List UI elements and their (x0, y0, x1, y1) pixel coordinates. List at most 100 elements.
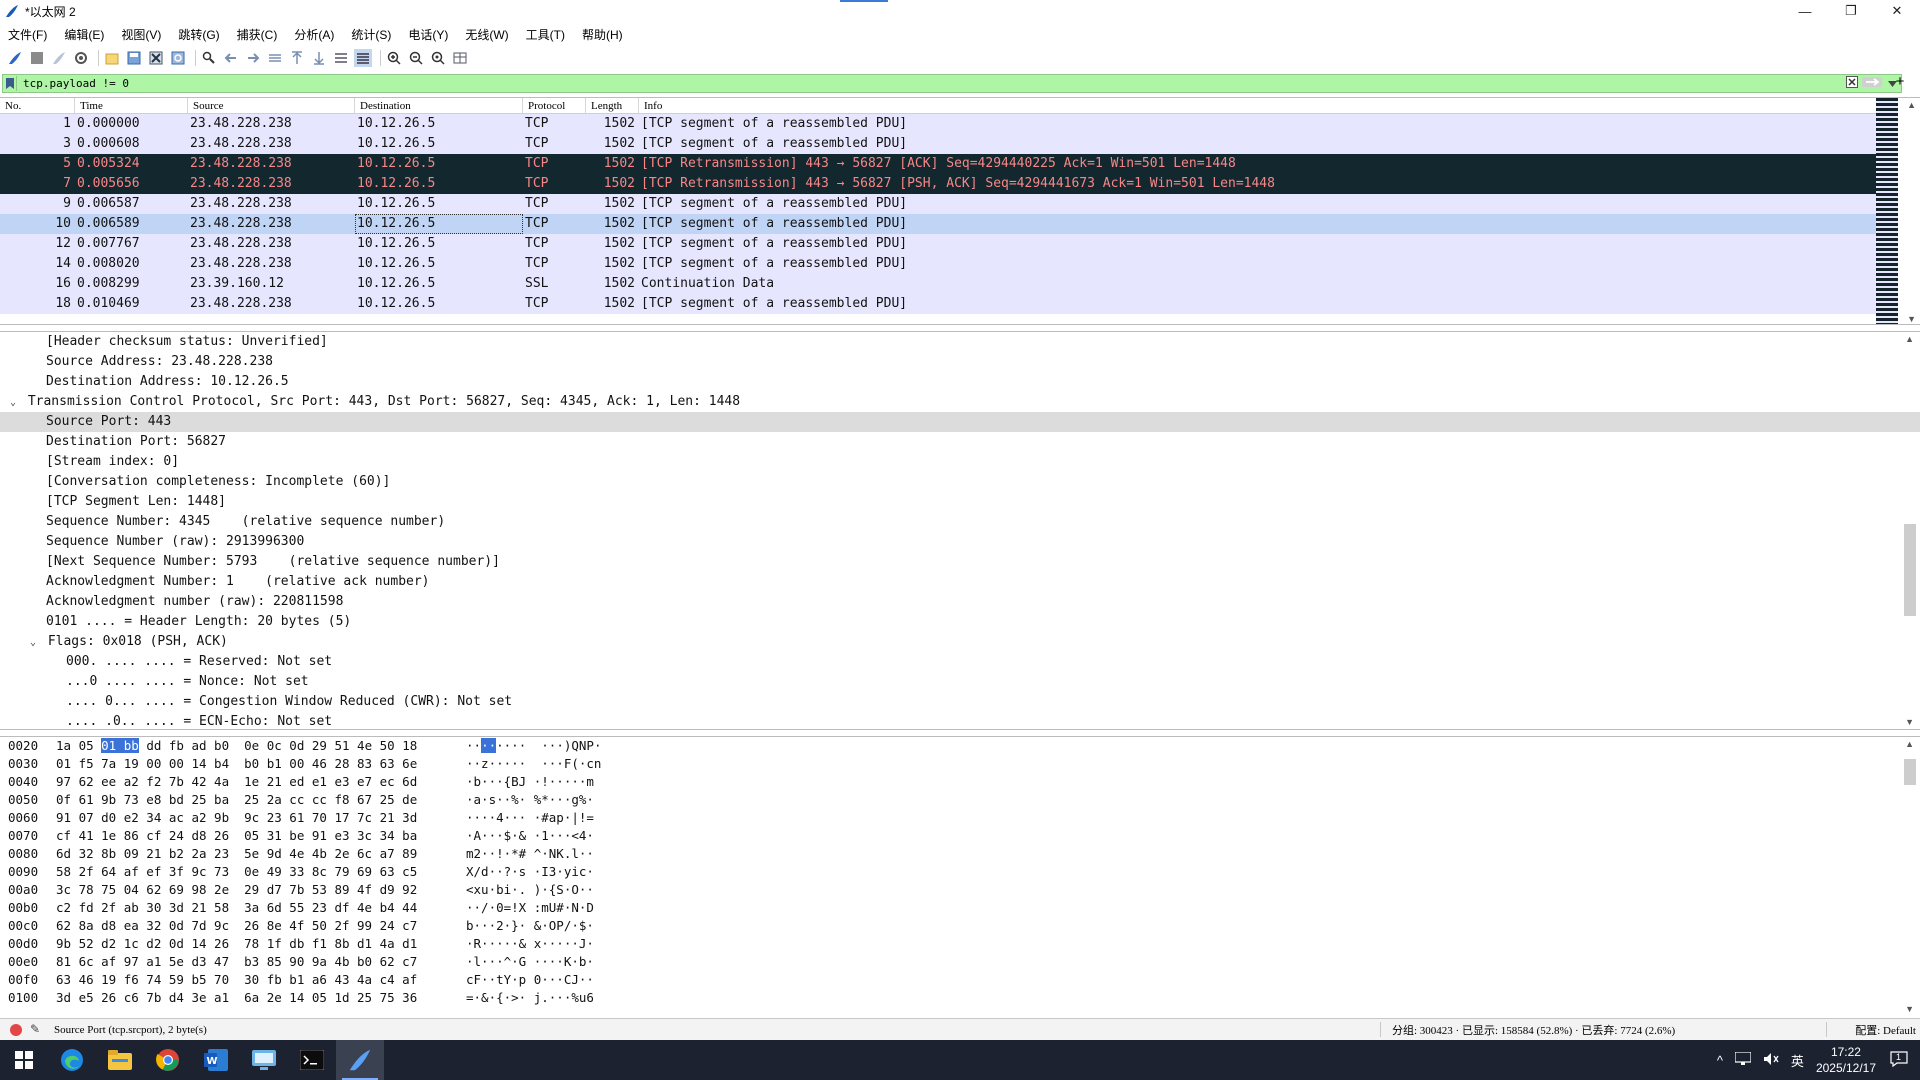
hex-row[interactable]: 00b0 c2 fd 2f ab 30 3d 21 58 3a 6d 55 23 … (0, 899, 1920, 917)
save-file-icon[interactable] (125, 49, 143, 67)
zoom-out-icon[interactable] (407, 49, 425, 67)
scroll-up-icon[interactable]: ▲ (1907, 100, 1916, 110)
hex-row[interactable]: 00e0 81 6c af 97 a1 5e d3 47 b3 85 90 9a … (0, 953, 1920, 971)
detail-tree-item[interactable]: [Header checksum status: Unverified] (0, 332, 1920, 352)
normal-size-icon[interactable] (429, 49, 447, 67)
tray-caret-icon[interactable]: ^ (1717, 1053, 1723, 1068)
hex-row[interactable]: 00f0 63 46 19 f6 74 59 b5 70 30 fb b1 a6 … (0, 971, 1920, 989)
detail-tree-item[interactable]: 000. .... .... = Reserved: Not set (0, 652, 1920, 672)
taskbar-clock[interactable]: 17:22 2025/12/17 (1816, 1044, 1876, 1076)
word-app-icon[interactable]: W (192, 1040, 240, 1080)
packet-row[interactable]: 7 0.005656 23.48.228.238 10.12.26.5 TCP 1502 [… (0, 174, 1920, 194)
restart-capture-icon[interactable] (50, 49, 68, 67)
bytes-scroll-up-icon[interactable]: ▲ (1905, 739, 1914, 749)
packet-row[interactable]: 1 0.000000 23.48.228.238 10.12.26.5 TCP 1502 [… (0, 114, 1920, 134)
go-forward-icon[interactable] (244, 49, 262, 67)
menu-view[interactable]: 视图(V) (121, 26, 161, 43)
packet-bytes[interactable]: 0020 1a 05 01 bb dd fb ad b0 0e 0c 0d 29 … (0, 736, 1920, 1016)
hex-row[interactable]: 0050 0f 61 9b 73 e8 bd 25 ba 25 2a cc cc … (0, 791, 1920, 809)
auto-scroll-icon[interactable] (332, 49, 350, 67)
detail-tree-item[interactable]: Source Address: 23.48.228.238 (0, 352, 1920, 372)
details-scroll-up-icon[interactable]: ▲ (1905, 334, 1914, 344)
packet-details[interactable]: [Header checksum status: Unverified] Sour… (0, 331, 1920, 730)
column-header-info[interactable]: Info (639, 98, 1920, 113)
packet-row[interactable]: 18 0.010469 23.48.228.238 10.12.26.5 TCP 1502… (0, 294, 1920, 314)
hex-row[interactable]: 0090 58 2f 64 af ef 3f 9c 73 0e 49 33 8c … (0, 863, 1920, 881)
packet-row[interactable]: 12 0.007767 23.48.228.238 10.12.26.5 TCP 1502… (0, 234, 1920, 254)
notification-center-icon[interactable]: 1 (1890, 1050, 1908, 1070)
start-capture-icon[interactable] (6, 49, 24, 67)
edge-browser-icon[interactable] (48, 1040, 96, 1080)
packet-list-scrollbar[interactable]: ▲ ▼ (1876, 98, 1920, 324)
detail-tree-item[interactable]: [TCP Segment Len: 1448] (0, 492, 1920, 512)
colorize-icon[interactable] (354, 49, 372, 67)
add-filter-button[interactable]: + (1890, 73, 1910, 90)
detail-tree-item[interactable]: [Stream index: 0] (0, 452, 1920, 472)
hex-row[interactable]: 0040 97 62 ee a2 f2 7b 42 4a 1e 21 ed e1 … (0, 773, 1920, 791)
detail-tree-item[interactable]: ⌄ Flags: 0x018 (PSH, ACK) (0, 632, 1920, 652)
column-header-time[interactable]: Time (75, 98, 188, 113)
detail-tree-item[interactable]: [Conversation completeness: Incomplete (… (0, 472, 1920, 492)
menu-statistics[interactable]: 统计(S) (351, 26, 391, 43)
column-header-destination[interactable]: Destination (355, 98, 523, 113)
details-scroll-down-icon[interactable]: ▼ (1905, 717, 1914, 727)
detail-tree-item[interactable]: Source Port: 443 (0, 412, 1920, 432)
remote-desktop-icon[interactable] (240, 1040, 288, 1080)
close-button[interactable]: ✕ (1874, 0, 1920, 22)
clear-filter-icon[interactable] (1843, 76, 1861, 91)
detail-tree-item[interactable]: ⌄ Transmission Control Protocol, Src Por… (0, 392, 1920, 412)
find-packet-icon[interactable] (200, 49, 218, 67)
restore-button[interactable]: ❐ (1828, 0, 1874, 22)
scroll-down-icon[interactable]: ▼ (1907, 314, 1916, 324)
expand-chevron-icon[interactable]: ⌄ (6, 393, 20, 413)
network-icon[interactable] (1734, 1050, 1752, 1069)
menu-go[interactable]: 跳转(G) (178, 26, 219, 43)
terminal-app-icon[interactable] (288, 1040, 336, 1080)
packet-row[interactable]: 3 0.000608 23.48.228.238 10.12.26.5 TCP 1502 [… (0, 134, 1920, 154)
apply-filter-icon[interactable] (1861, 76, 1883, 91)
detail-tree-item[interactable]: Sequence Number (raw): 2913996300 (0, 532, 1920, 552)
column-header-length[interactable]: Length (586, 98, 639, 113)
file-explorer-icon[interactable] (96, 1040, 144, 1080)
menu-help[interactable]: 帮助(H) (582, 26, 623, 43)
column-header-protocol[interactable]: Protocol (523, 98, 586, 113)
expand-chevron-icon[interactable]: ⌄ (26, 633, 40, 653)
go-to-packet-icon[interactable] (266, 49, 284, 67)
bytes-scroll-thumb[interactable] (1904, 759, 1916, 785)
packet-row[interactable]: 9 0.006587 23.48.228.238 10.12.26.5 TCP 1502 [… (0, 194, 1920, 214)
close-file-icon[interactable] (147, 49, 165, 67)
bytes-scroll-down-icon[interactable]: ▼ (1905, 1004, 1914, 1014)
detail-tree-item[interactable]: Sequence Number: 4345 (relative sequence… (0, 512, 1920, 532)
open-file-icon[interactable] (103, 49, 121, 67)
detail-tree-item[interactable]: Destination Port: 56827 (0, 432, 1920, 452)
detail-tree-item[interactable]: 0101 .... = Header Length: 20 bytes (5) (0, 612, 1920, 632)
zoom-in-icon[interactable] (385, 49, 403, 67)
hex-row[interactable]: 00a0 3c 78 75 04 62 69 98 2e 29 d7 7b 53 … (0, 881, 1920, 899)
menu-wireless[interactable]: 无线(W) (465, 26, 508, 43)
column-header-no[interactable]: No. (0, 98, 75, 113)
menu-telephony[interactable]: 电话(Y) (408, 26, 448, 43)
first-packet-icon[interactable] (288, 49, 306, 67)
status-profile[interactable]: 配置: Default (1855, 1022, 1916, 1038)
hex-row[interactable]: 0070 cf 41 1e 86 cf 24 d8 26 05 31 be 91 … (0, 827, 1920, 845)
resize-columns-icon[interactable] (451, 49, 469, 67)
menu-file[interactable]: 文件(F) (8, 26, 47, 43)
detail-tree-item[interactable]: Acknowledgment number (raw): 220811598 (0, 592, 1920, 612)
hex-row[interactable]: 0080 6d 32 8b 09 21 b2 2a 23 5e 9d 4e 4b … (0, 845, 1920, 863)
filter-bookmark-icon[interactable] (3, 76, 17, 91)
volume-icon[interactable] (1763, 1052, 1779, 1069)
stop-capture-icon[interactable] (28, 49, 46, 67)
display-filter-bar[interactable]: tcp.payload != 0 (2, 74, 1902, 93)
detail-tree-item[interactable]: ...0 .... .... = Nonce: Not set (0, 672, 1920, 692)
hex-row[interactable]: 00c0 62 8a d8 ea 32 0d 7d 9c 26 8e 4f 50 … (0, 917, 1920, 935)
minimize-button[interactable]: — (1782, 0, 1828, 22)
column-header-source[interactable]: Source (188, 98, 355, 113)
input-method-indicator[interactable]: 英 (1791, 1051, 1804, 1070)
windows-start-icon[interactable] (0, 1040, 48, 1080)
reload-file-icon[interactable] (169, 49, 187, 67)
last-packet-icon[interactable] (310, 49, 328, 67)
wireshark-taskbar-icon[interactable] (336, 1040, 384, 1080)
go-back-icon[interactable] (222, 49, 240, 67)
packet-row[interactable]: 5 0.005324 23.48.228.238 10.12.26.5 TCP 1502 [… (0, 154, 1920, 174)
detail-tree-item[interactable]: Destination Address: 10.12.26.5 (0, 372, 1920, 392)
